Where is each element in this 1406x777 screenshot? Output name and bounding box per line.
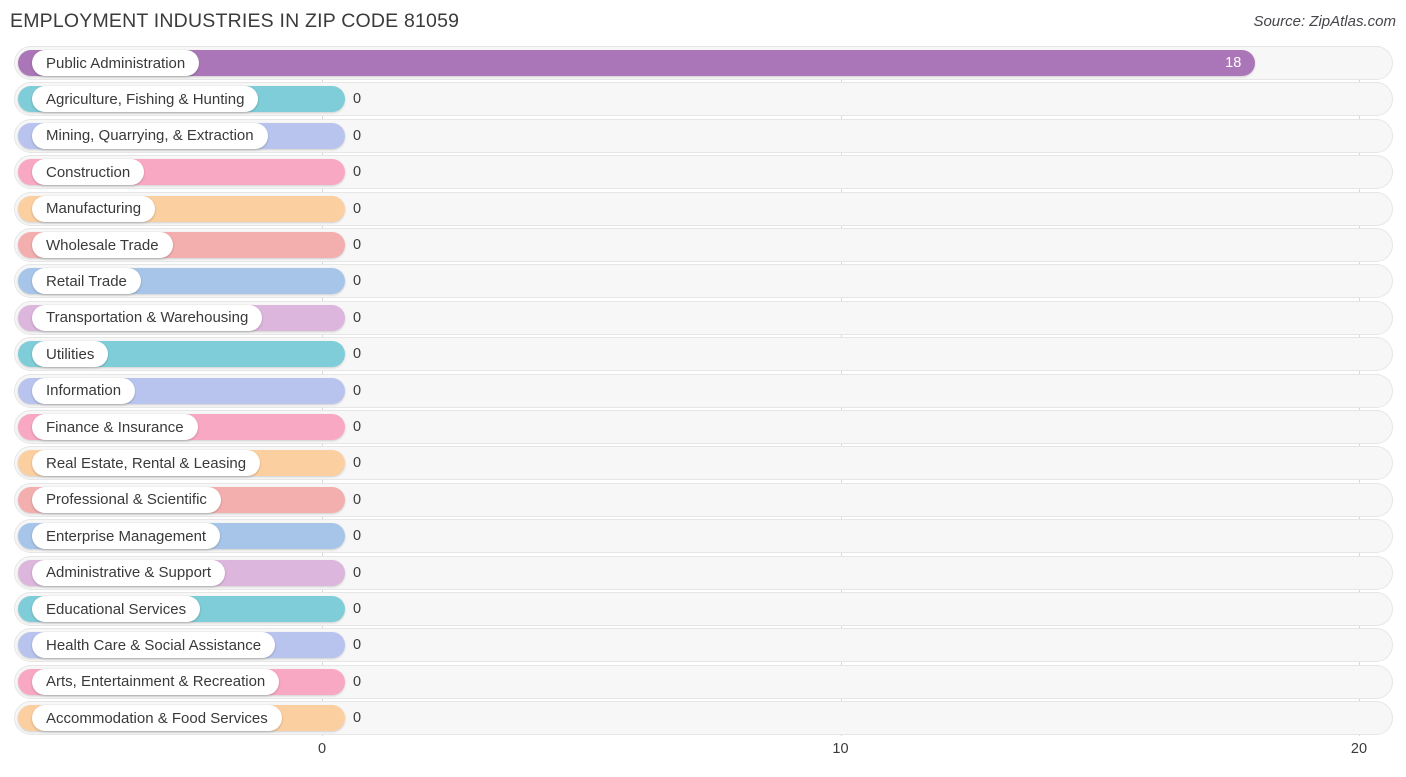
x-axis-tick-label: 10 (832, 741, 849, 757)
table-row[interactable]: 0 Professional & Scientific (0, 482, 1406, 517)
table-row[interactable]: 0 Accommodation & Food Services (0, 701, 1406, 736)
category-label: Construction (32, 159, 145, 186)
table-row[interactable]: 0 Construction (0, 155, 1406, 190)
bar-value-label: 0 (353, 710, 362, 727)
table-row[interactable]: 0 Information (0, 373, 1406, 408)
category-label: Administrative & Support (32, 559, 226, 586)
category-label: Manufacturing (32, 195, 156, 222)
bar-value-label: 0 (353, 346, 362, 363)
table-row[interactable]: 0 Agriculture, Fishing & Hunting (0, 82, 1406, 117)
category-label: Real Estate, Rental & Leasing (32, 450, 261, 477)
category-label: Agriculture, Fishing & Hunting (32, 86, 259, 113)
bar-value-label: 0 (353, 491, 362, 508)
bar-value-label: 0 (353, 601, 362, 617)
category-label: Finance & Insurance (32, 414, 198, 440)
table-row[interactable]: 0 Health Care & Social Assistance (0, 628, 1406, 663)
page-title: EMPLOYMENT INDUSTRIES IN ZIP CODE 81059 (10, 10, 460, 32)
category-label: Health Care & Social Assistance (32, 632, 276, 659)
bar-value-label: 0 (353, 127, 362, 144)
bar-value-label: 0 (353, 382, 362, 399)
category-label: Professional & Scientific (32, 486, 221, 513)
bar-value-label: 0 (353, 200, 362, 217)
bar-value-label: 0 (353, 455, 362, 472)
category-label: Mining, Quarrying, & Extraction (32, 122, 268, 149)
table-row[interactable]: 0 Mining, Quarrying, & Extraction (0, 118, 1406, 153)
category-label: Arts, Entertainment & Recreation (32, 668, 280, 695)
category-label: Wholesale Trade (32, 232, 173, 258)
bar-value-label: 0 (353, 237, 362, 253)
category-label: Enterprise Management (32, 523, 221, 550)
table-row[interactable]: 0 Wholesale Trade (0, 228, 1406, 262)
bar-value-label: 0 (353, 91, 362, 108)
table-row[interactable]: 0 Utilities (0, 337, 1406, 372)
table-row[interactable]: 0 Arts, Entertainment & Recreation (0, 664, 1406, 699)
category-label: Accommodation & Food Services (32, 705, 282, 732)
bar-value-label: 0 (353, 273, 362, 290)
table-row[interactable]: 0 Real Estate, Rental & Leasing (0, 446, 1406, 481)
bar-value-label: 0 (353, 528, 362, 545)
x-axis-tick-label: 0 (317, 741, 327, 757)
x-axis-tick-label: 20 (1350, 741, 1368, 757)
x-axis: 0 10 20 (0, 736, 1406, 777)
category-label: Retail Trade (32, 268, 141, 295)
category-label: Educational Services (32, 596, 201, 622)
table-row[interactable]: 0 Retail Trade (0, 264, 1406, 299)
table-row[interactable]: 0 Finance & Insurance (0, 410, 1406, 444)
table-row[interactable]: 18 Public Administration (0, 46, 1406, 80)
category-label: Utilities (32, 341, 109, 368)
chart-header: EMPLOYMENT INDUSTRIES IN ZIP CODE 81059 … (0, 0, 1406, 46)
table-row[interactable]: 0 Enterprise Management (0, 519, 1406, 554)
category-label: Transportation & Warehousing (32, 304, 263, 331)
table-row[interactable]: 0 Administrative & Support (0, 555, 1406, 590)
table-row[interactable]: 0 Manufacturing (0, 191, 1406, 226)
category-label: Information (32, 377, 136, 404)
source-attribution: Source: ZipAtlas.com (1253, 13, 1396, 30)
bar-value-label: 18 (1225, 55, 1242, 71)
bar-value-label: 0 (353, 164, 362, 181)
bar-value-label: 0 (353, 309, 362, 326)
table-row[interactable]: 0 Educational Services (0, 592, 1406, 626)
bar-value-label: 0 (353, 419, 362, 435)
bar-value-label: 0 (353, 637, 362, 654)
category-label: Public Administration (32, 50, 200, 76)
bar-chart-plot-area: 18 Public Administration 0 Agriculture, Fis… (0, 46, 1406, 736)
bar-value-label: 0 (353, 673, 362, 690)
bar-value-label: 0 (353, 564, 362, 581)
bar[interactable]: 18 (18, 50, 1256, 76)
table-row[interactable]: 0 Transportation & Warehousing (0, 300, 1406, 335)
